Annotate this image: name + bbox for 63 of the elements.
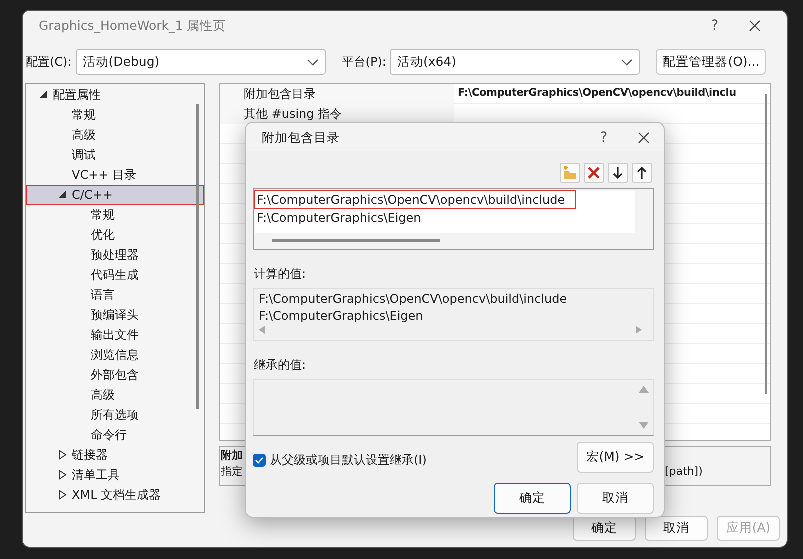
checkbox[interactable] [253, 454, 266, 466]
chevron-down-icon [306, 58, 319, 66]
help-button[interactable]: ? [695, 16, 735, 36]
collapsed-arrow-icon[interactable] [58, 470, 68, 480]
scrollbar-thumb[interactable] [765, 94, 767, 394]
tree-item[interactable]: 命令行 [26, 425, 204, 445]
property-value: F:\ComputerGraphics\OpenCV\opencv\build\inclu [457, 86, 736, 102]
close-icon [637, 131, 651, 145]
config-manager-button[interactable]: 配置管理器(O)... [656, 49, 766, 75]
dropdown[interactable]: 活动(x64) [390, 49, 640, 75]
delete-icon[interactable] [586, 165, 602, 181]
dialog-button[interactable]: 取消 [577, 483, 654, 514]
description-text: 指定 [221, 464, 243, 480]
list-entry[interactable]: F:\ComputerGraphics\Eigen [255, 209, 635, 226]
tree-item[interactable]: 代码生成 [26, 265, 204, 285]
computed-value: F:\ComputerGraphics\OpenCV\opencv\build\include [258, 291, 568, 307]
section-label: 继承的值: [254, 357, 308, 374]
field-label: 配置(C): [26, 54, 72, 71]
close-icon [748, 19, 762, 33]
list-box[interactable]: F:\ComputerGraphics\OpenCV\opencv\build\include F:\ComputerGraphics\Eigen [253, 188, 654, 250]
collapsed-arrow-icon[interactable] [58, 490, 68, 500]
macros-button[interactable]: 宏(M) >> [577, 442, 654, 473]
property-name: 附加包含目录 [220, 84, 454, 104]
window-title: Graphics_HomeWork_1 属性页 [39, 16, 226, 35]
tree-item[interactable]: 高级 [26, 125, 204, 145]
expanded-arrow-icon[interactable] [38, 90, 48, 100]
list-entry[interactable]: F:\ComputerGraphics\OpenCV\opencv\build\include [255, 191, 576, 208]
tree-item[interactable]: 预编译头 [26, 305, 204, 325]
tree-item[interactable]: 语言 [26, 285, 204, 305]
dialog-button[interactable]: 确定 [573, 516, 636, 541]
section-label: 计算的值: [254, 266, 308, 283]
tree-item[interactable]: 优化 [26, 225, 204, 245]
tree-item[interactable]: VC++ 目录 [26, 165, 204, 185]
checkbox-label: 从父级或项目默认设置继承(I) [270, 452, 427, 469]
dialog-button[interactable]: 取消 [645, 516, 708, 541]
field-label: 平台(P): [342, 54, 386, 71]
tree-item[interactable]: 链接器 [26, 445, 204, 465]
tree-item[interactable]: C/C++ [26, 185, 204, 205]
description-text: [path]) [665, 464, 703, 480]
tree-item[interactable]: 高级 [26, 385, 204, 405]
tree-item[interactable]: 预处理器 [26, 245, 204, 265]
chevron-down-icon [621, 58, 634, 66]
computed-value: F:\ComputerGraphics\Eigen [258, 308, 424, 324]
tree-item[interactable]: 常规 [26, 105, 204, 125]
dialog-title: 附加包含目录 [262, 128, 340, 147]
tree-item[interactable]: 调试 [26, 145, 204, 165]
tree-item[interactable]: 所有选项 [26, 405, 204, 425]
tree-item[interactable]: 输出文件 [26, 325, 204, 345]
tree-item[interactable]: XML 文档生成器 [26, 485, 204, 505]
collapsed-arrow-icon[interactable] [58, 450, 68, 460]
expanded-arrow-icon[interactable] [58, 190, 68, 200]
property-name: 其他 #using 指令 [220, 104, 454, 124]
scrollbar-thumb[interactable] [272, 239, 440, 242]
help-button[interactable]: ? [584, 128, 624, 148]
tree-item[interactable]: 清单工具 [26, 465, 204, 485]
dropdown[interactable]: 活动(Debug) [76, 49, 326, 75]
tree-item[interactable]: 常规 [26, 205, 204, 225]
scrollbar-thumb[interactable] [196, 104, 199, 409]
description-title: 附加 [221, 448, 243, 464]
tree-item[interactable]: 浏览信息 [26, 345, 204, 365]
dialog-button[interactable]: 确定 [494, 483, 571, 514]
tree-item[interactable]: 外部包含 [26, 365, 204, 385]
tree-item[interactable]: 配置属性 [26, 85, 204, 105]
